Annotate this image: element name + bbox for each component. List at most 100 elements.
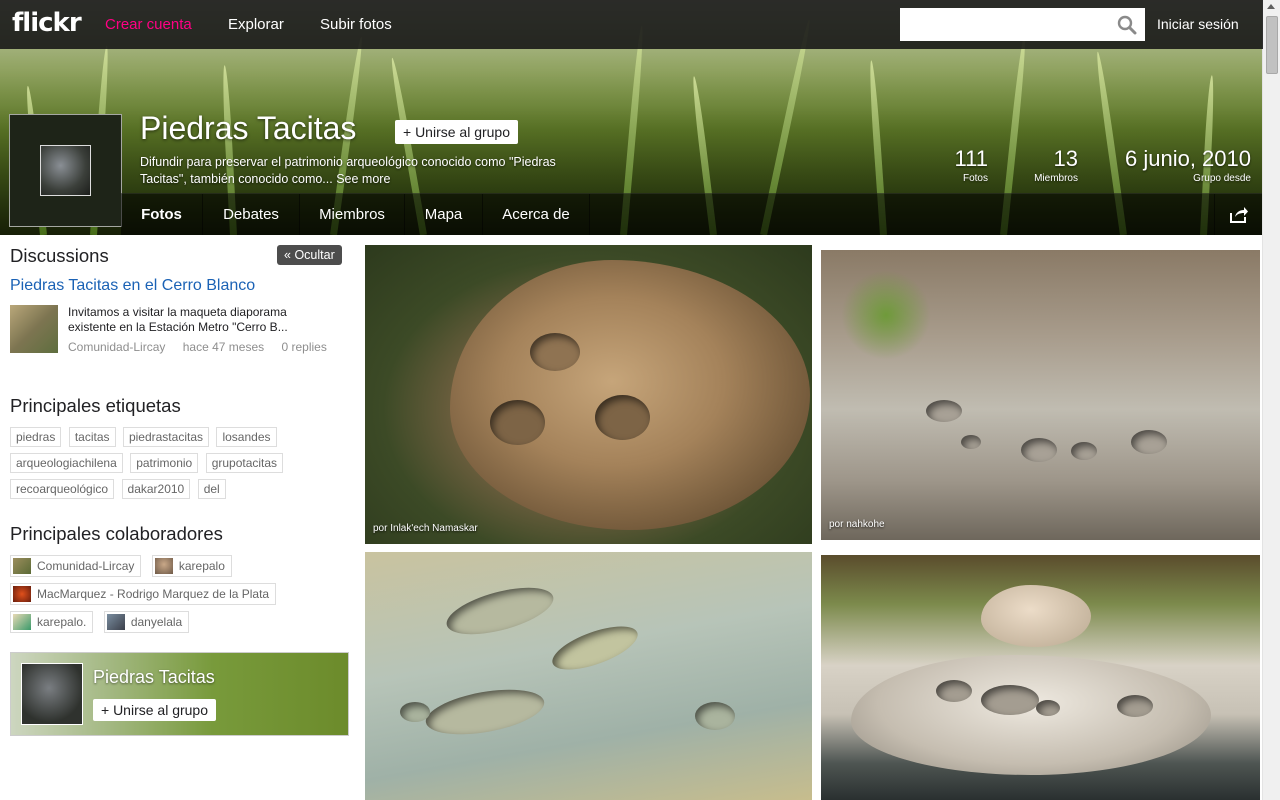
contributor-list: Comunidad-Lircay karepalo MacMarquez - R… xyxy=(10,555,350,639)
tag-item[interactable]: patrimonio xyxy=(130,453,199,473)
photo-content xyxy=(841,270,931,360)
tag-item[interactable]: piedras xyxy=(10,427,62,447)
top-tags-heading: Principales etiquetas xyxy=(10,395,181,416)
double-chevron-left-icon: « xyxy=(284,248,291,262)
tag-item[interactable]: dakar2010 xyxy=(121,479,191,499)
stat-members[interactable]: 13 Miembros xyxy=(1010,146,1078,184)
contributor-avatar xyxy=(13,586,31,602)
group-description: Difundir para preservar el patrimonio ar… xyxy=(140,154,580,188)
stat-members-label: Miembros xyxy=(1034,173,1078,184)
group-avatar[interactable] xyxy=(9,114,122,227)
contributor-item[interactable]: karepalo xyxy=(151,555,232,577)
tag-item[interactable]: losandes xyxy=(216,427,277,447)
photo-tile[interactable] xyxy=(365,552,812,800)
contributor-avatar xyxy=(13,558,31,574)
scroll-up-arrow-icon[interactable] xyxy=(1267,4,1275,9)
photo-content xyxy=(547,617,643,679)
group-sidebar: Discussions « Ocultar Piedras Tacitas en… xyxy=(10,245,349,736)
photo-tile[interactable]: por nahkohe xyxy=(821,250,1260,540)
upload-photos-link[interactable]: Subir fotos xyxy=(320,16,392,33)
discussion-time: hace 47 meses xyxy=(182,340,265,354)
contributor-item[interactable]: karepalo. xyxy=(10,611,94,633)
contributor-name: danyelala xyxy=(130,615,183,629)
stat-since-label: Grupo desde xyxy=(1193,173,1251,184)
sign-in-link[interactable]: Iniciar sesión xyxy=(1157,16,1239,32)
contributor-name: karepalo. xyxy=(37,615,87,629)
stat-since-date: 6 junio, 2010 xyxy=(1125,146,1251,171)
promo-group-avatar[interactable] xyxy=(21,663,83,725)
discussion-excerpt: Invitamos a visitar la maqueta diaporama… xyxy=(68,305,288,334)
photo-content xyxy=(1117,695,1153,717)
discussion-author[interactable]: Comunidad-Lircay xyxy=(68,340,165,354)
contributor-avatar xyxy=(106,614,125,630)
photo-content xyxy=(695,702,735,730)
contributor-item[interactable]: Comunidad-Lircay xyxy=(10,555,142,577)
hide-sidebar-label: Ocultar xyxy=(294,248,335,262)
promo-group-title: Piedras Tacitas xyxy=(93,667,215,687)
photo-content xyxy=(981,585,1091,647)
tab-miembros[interactable]: Miembros xyxy=(300,194,405,235)
contributor-avatar xyxy=(154,558,173,574)
stat-photos[interactable]: 111 Fotos xyxy=(930,146,988,184)
tab-fotos[interactable]: Fotos xyxy=(121,194,203,235)
discussion-title-link[interactable]: Piedras Tacitas en el Cerro Blanco xyxy=(10,277,255,295)
tag-item[interactable]: piedrastacitas xyxy=(122,427,209,447)
search-box xyxy=(900,8,1145,41)
stat-since: 6 junio, 2010 Grupo desde xyxy=(1100,146,1251,184)
search-input[interactable] xyxy=(900,8,1116,39)
photo-tile[interactable] xyxy=(821,555,1260,800)
discussion-thumbnail[interactable] xyxy=(10,305,58,353)
photo-content xyxy=(936,680,972,702)
contributor-name: MacMarquez - Rodrigo Marquez de la Plata xyxy=(37,587,270,601)
photo-content xyxy=(961,435,981,449)
search-icon[interactable] xyxy=(1117,15,1137,35)
photo-content xyxy=(1071,442,1097,460)
stat-photos-label: Fotos xyxy=(962,173,988,184)
share-icon xyxy=(1230,207,1248,223)
photo-content xyxy=(1021,438,1057,462)
discussion-replies: 0 replies xyxy=(281,340,327,354)
tag-item[interactable]: grupotacitas xyxy=(205,453,284,473)
tag-item[interactable]: del xyxy=(197,479,226,499)
hide-sidebar-button[interactable]: « Ocultar xyxy=(277,245,342,265)
contributor-item[interactable]: MacMarquez - Rodrigo Marquez de la Plata xyxy=(10,583,277,605)
share-button[interactable] xyxy=(1214,194,1263,235)
contributor-name: karepalo xyxy=(178,559,225,573)
photo-content xyxy=(530,333,580,371)
photo-content xyxy=(981,685,1039,715)
tab-debates[interactable]: Debates xyxy=(203,194,300,235)
photo-content xyxy=(422,681,548,743)
photo-credit: por nahkohe xyxy=(829,519,885,530)
group-avatar-image xyxy=(40,145,91,196)
photo-content xyxy=(441,578,559,644)
photo-content xyxy=(1036,700,1060,716)
flickr-logo[interactable]: flickr xyxy=(12,8,82,38)
photo-credit: por Inlak'ech Namaskar xyxy=(373,523,478,534)
photo-content xyxy=(1131,430,1167,454)
contributor-item[interactable]: danyelala xyxy=(103,611,190,633)
see-more-link[interactable]: See more xyxy=(336,172,390,186)
tab-mapa[interactable]: Mapa xyxy=(405,194,483,235)
tag-item[interactable]: recoarqueológico xyxy=(10,479,115,499)
tag-item[interactable]: tacitas xyxy=(68,427,116,447)
group-tabs: Fotos Debates Miembros Mapa Acerca de xyxy=(121,193,1263,235)
scrollbar-thumb[interactable] xyxy=(1266,16,1278,74)
photo-content xyxy=(926,400,962,422)
tag-item[interactable]: arqueologiachilena xyxy=(10,453,123,473)
join-group-button[interactable]: + Unirse al grupo xyxy=(395,120,519,144)
group-promo-card: Piedras Tacitas + Unirse al grupo xyxy=(10,652,349,736)
contributor-name: Comunidad-Lircay xyxy=(37,559,135,573)
group-title: Piedras Tacitas xyxy=(140,110,357,146)
page-scrollbar[interactable] xyxy=(1262,0,1280,800)
stat-photos-count: 111 xyxy=(954,146,988,171)
photo-content xyxy=(400,702,430,722)
promo-join-group-button[interactable]: + Unirse al grupo xyxy=(93,699,217,721)
tab-acerca-de[interactable]: Acerca de xyxy=(483,194,590,235)
explore-link[interactable]: Explorar xyxy=(228,16,284,33)
contributor-avatar xyxy=(13,614,31,630)
top-navigation-bar: flickr Crear cuenta Explorar Subir fotos… xyxy=(0,0,1263,49)
photo-content xyxy=(595,395,650,440)
top-contributors-heading: Principales colaboradores xyxy=(10,523,223,544)
photo-tile[interactable]: por Inlak'ech Namaskar xyxy=(365,245,812,544)
create-account-link[interactable]: Crear cuenta xyxy=(105,16,192,33)
